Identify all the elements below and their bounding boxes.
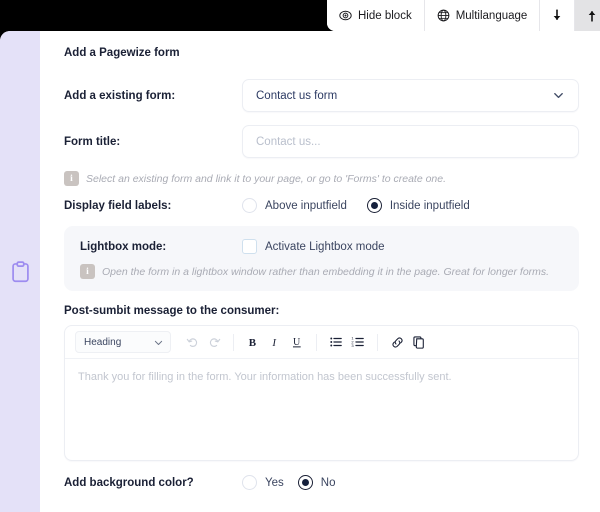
lightbox-mode-checkbox[interactable] [242,239,257,254]
info-icon: i [80,264,95,279]
display-field-labels-label: Display field labels: [64,199,172,212]
arrow-down-icon [551,9,563,22]
eye-icon [339,9,352,22]
undo-icon[interactable] [181,331,203,353]
format-select-value: Heading [84,336,122,348]
lightbox-mode-hint-text: Open the form in a lightbox window rathe… [102,265,550,278]
background-color-label: Add background color? [64,476,194,489]
existing-form-select[interactable]: Contact us form [242,79,579,112]
move-block-down-button[interactable] [540,0,576,31]
radio-above-inputfield-label: Above inputfield [265,199,347,212]
hide-block-label: Hide block [358,9,412,22]
link-icon[interactable] [386,331,408,353]
radio-background-yes[interactable]: Yes [242,475,284,490]
existing-form-hint: i Select an existing form and link it to… [64,171,579,186]
form-title-row: Form title: Contact us... [64,125,579,158]
paste-icon[interactable] [408,331,430,353]
format-select[interactable]: Heading [75,331,171,353]
move-block-up-button[interactable] [575,0,600,31]
lightbox-mode-card: Lightbox mode: Activate Lightbox mode i … [64,226,579,291]
italic-icon[interactable]: I [264,331,286,353]
post-submit-label: Post-sumbit message to the consumer: [64,305,280,317]
numbered-list-icon[interactable]: 1 2 3 [347,331,369,353]
info-icon: i [64,171,79,186]
radio-background-yes-label: Yes [265,476,284,489]
svg-text:B: B [249,337,256,349]
bold-icon[interactable]: B [242,331,264,353]
redo-icon[interactable] [203,331,225,353]
section-title: Add a Pagewize form [64,47,180,59]
left-rail [0,31,40,512]
svg-text:I: I [271,337,277,349]
radio-above-inputfield-dot [242,198,257,213]
radio-background-no-dot [297,475,313,490]
lightbox-mode-checkbox-label: Activate Lightbox mode [265,240,385,253]
radio-background-yes-dot [242,475,257,490]
chevron-down-icon [153,337,164,348]
form-settings-content: Add a Pagewize form Add a existing form:… [40,31,600,512]
toolbar-divider [233,333,234,351]
hide-block-button[interactable]: Hide block [327,0,425,31]
radio-above-inputfield[interactable]: Above inputfield [242,198,347,213]
radio-background-no[interactable]: No [297,475,336,490]
editor-panel: Add a Pagewize form Add a existing form:… [0,31,600,512]
multilanguage-button[interactable]: Multilanguage [424,0,541,31]
form-title-placeholder: Contact us... [256,135,321,148]
svg-text:3: 3 [351,343,354,348]
existing-form-hint-text: Select an existing form and link it to y… [86,172,447,185]
arrow-up-icon [586,9,598,22]
radio-inside-inputfield[interactable]: Inside inputfield [366,198,470,213]
bulleted-list-icon[interactable] [325,331,347,353]
radio-inside-inputfield-dot [366,198,382,213]
post-submit-body[interactable]: Thank you for filling in the form. Your … [65,359,578,460]
multilanguage-label: Multilanguage [455,9,528,22]
lightbox-mode-hint: i Open the form in a lightbox window rat… [80,264,563,279]
background-color-row: Add background color? Yes No [64,475,579,490]
existing-form-value: Contact us form [256,89,338,102]
display-field-labels-row: Display field labels: Above inputfield I… [64,198,579,213]
lightbox-mode-row: Lightbox mode: Activate Lightbox mode [80,239,563,254]
form-title-input[interactable]: Contact us... [242,125,579,158]
underline-icon[interactable]: U [286,331,308,353]
form-title-label: Form title: [64,135,121,148]
existing-form-label: Add a existing form: [64,89,176,102]
radio-background-no-label: No [320,476,336,489]
radio-inside-inputfield-label: Inside inputfield [389,199,470,212]
post-submit-editor: Heading B I U 1 2 3 Thank you for fillin… [64,325,579,461]
lightbox-mode-checkbox-wrap[interactable]: Activate Lightbox mode [242,239,563,254]
existing-form-row: Add a existing form: Contact us form [64,79,579,112]
block-toolbar: Hide block Multilanguage [327,0,600,31]
editor-toolbar: Heading B I U 1 2 3 [65,326,578,359]
toolbar-divider [377,333,378,351]
globe-icon [437,9,450,22]
lightbox-mode-label: Lightbox mode: [80,240,167,253]
toolbar-divider [316,333,317,351]
chevron-down-icon [552,89,565,102]
clipboard-icon[interactable] [11,260,30,283]
